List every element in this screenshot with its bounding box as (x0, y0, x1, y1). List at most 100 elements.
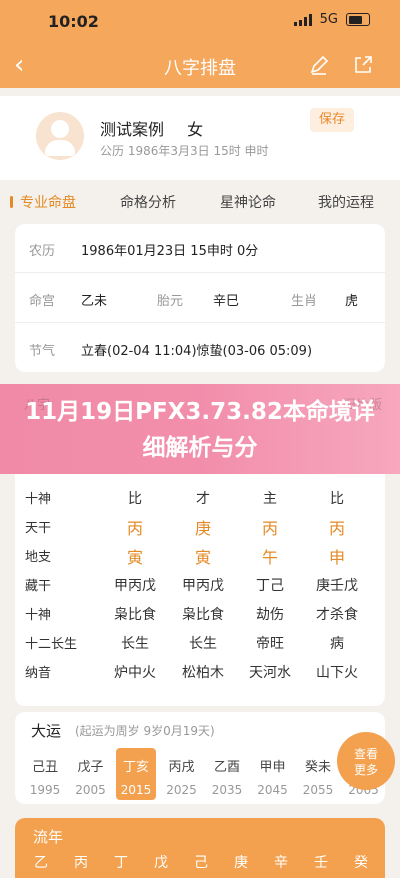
bazi-cell: 山下火 (316, 665, 358, 681)
bazi-row-label: 天干 (25, 521, 52, 536)
bazi-row-label: 十神 (25, 492, 52, 507)
liunian-item[interactable]: 辛 (261, 852, 301, 872)
dayun-year: 2005 (75, 783, 106, 797)
tab-analysis[interactable]: 命格分析 (120, 192, 176, 212)
bazi-cell: 寅 (126, 548, 143, 567)
network-label: 5G (319, 12, 338, 27)
bazi-row: 藏干 甲丙戊 甲丙戊 丁己 庚壬戊 (15, 571, 385, 597)
profile-card: 测试案例 女 公历 1986年3月3日 15时 申时 保存 (0, 96, 400, 180)
lunar-label: 农历 (29, 244, 56, 259)
bazi-cell: 帝旺 (256, 636, 284, 652)
bazi-row: 十二长生 长生 长生 帝旺 病 (15, 629, 385, 655)
view-more-line1: 查看 (353, 747, 378, 761)
bazi-cell: 庚 (194, 519, 211, 538)
dayun-item[interactable]: 癸未 2055 (298, 748, 338, 800)
liunian-title: 流年 (33, 828, 64, 846)
bazi-cell: 午 (261, 548, 278, 567)
liunian-item[interactable]: 乙 (21, 852, 61, 872)
liunian-item[interactable]: 癸 (341, 852, 381, 872)
liunian-item[interactable]: 壬 (301, 852, 341, 872)
liunian-item[interactable]: 己 (181, 852, 221, 872)
bazi-cell: 丁己 (256, 578, 284, 594)
bazi-row-label: 藏干 (25, 579, 52, 594)
liunian-card: 流年 乙丙丁戊己庚辛壬癸 (15, 818, 385, 878)
lunar-value: 1986年01月23日 15申时 0分 (81, 244, 259, 259)
minggong-value: 乙未 (81, 294, 108, 309)
bazi-cell: 天河水 (249, 665, 291, 681)
bazi-cell: 甲丙戊 (182, 578, 224, 594)
dayun-ganzhi: 丙戌 (168, 760, 195, 775)
jieqi-label: 节气 (29, 344, 56, 359)
bazi-cell: 丙 (126, 519, 143, 538)
liunian-item[interactable]: 庚 (221, 852, 261, 872)
liunian-item[interactable]: 丙 (61, 852, 101, 872)
profile-name: 测试案例 (100, 120, 165, 139)
tab-professional[interactable]: 专业命盘 (20, 192, 76, 212)
tab-fortune[interactable]: 我的运程 (318, 192, 374, 212)
minggong-label: 命宫 (29, 294, 56, 309)
share-icon[interactable] (352, 54, 374, 76)
signal-icon (293, 13, 312, 26)
bazi-cell: 炉中火 (114, 665, 156, 681)
status-time: 10:02 (48, 12, 99, 31)
bazi-row-label: 十二长生 (25, 637, 78, 652)
lunar-row: 农历 1986年01月23日 15申时 0分 (15, 224, 385, 273)
dayun-item[interactable]: 戊子 2005 (71, 748, 111, 800)
bazi-cell: 枭比食 (114, 607, 156, 623)
bazi-cell: 寅 (194, 548, 211, 567)
shengxiao-value: 虎 (345, 294, 359, 309)
bazi-cell: 主 (263, 491, 277, 507)
bazi-cell: 才杀食 (316, 607, 358, 623)
bazi-cell: 劫伤 (256, 607, 284, 623)
jieqi-value: 立春(02-04 11:04)惊蛰(03-06 05:09) (81, 344, 313, 359)
bazi-row-label: 纳音 (25, 666, 52, 681)
save-button[interactable]: 保存 (310, 108, 354, 132)
dayun-ganzhi: 己丑 (31, 760, 58, 775)
dayun-year: 2025 (166, 783, 197, 797)
dayun-item[interactable]: 丁亥 2015 (116, 748, 156, 800)
bazi-cell: 甲丙戊 (114, 578, 156, 594)
bazi-cell: 比 (128, 491, 142, 507)
page-title: 八字排盘 (164, 58, 236, 79)
bazi-row: 地支 寅 寅 午 申 (15, 542, 385, 568)
liunian-item[interactable]: 丁 (101, 852, 141, 872)
bazi-cell: 长生 (121, 636, 149, 652)
jieqi-row: 节气 立春(02-04 11:04)惊蛰(03-06 05:09) (15, 324, 385, 372)
bazi-cell: 才 (196, 491, 210, 507)
promo-banner[interactable]: 八字 旧片版 11月19日PFX3.73.82本命境详细解析与分 (0, 384, 400, 474)
avatar (36, 112, 84, 160)
edit-icon[interactable] (308, 54, 330, 76)
bazi-row-label: 地支 (25, 550, 52, 565)
bazi-cell: 申 (328, 548, 345, 567)
dayun-ganzhi: 乙酉 (213, 760, 240, 775)
bazi-cell: 庚壬戊 (316, 578, 358, 594)
dayun-item[interactable]: 丙戌 2025 (162, 748, 202, 800)
taiyuan-value: 辛巳 (213, 294, 240, 309)
dayun-item[interactable]: 乙酉 2035 (207, 748, 247, 800)
dayun-title: 大运 (31, 722, 62, 740)
bazi-cell: 长生 (189, 636, 217, 652)
info-card: 农历 1986年01月23日 15申时 0分 命宫 乙未 胎元 辛巳 生肖 虎 … (15, 224, 385, 372)
dayun-year: 2055 (302, 783, 334, 797)
dayun-ganzhi: 戊子 (77, 760, 104, 775)
bazi-cell: 枭比食 (182, 607, 224, 623)
dayun-item[interactable]: 己丑 1995 (25, 748, 65, 800)
dayun-item[interactable]: 甲申 2045 (253, 748, 293, 800)
view-more-button[interactable]: 查看 更多 (337, 732, 395, 790)
bazi-cell: 丙 (328, 519, 345, 538)
bazi-row: 纳音 炉中火 松柏木 天河水 山下火 (15, 658, 385, 684)
tab-stars[interactable]: 星神论命 (220, 192, 276, 212)
bazi-cell: 松柏木 (182, 665, 224, 681)
bazi-cell: 比 (330, 491, 344, 507)
dayun-card: 大运 (起运为周岁 9岁0月19天) 己丑 1995 戊子 2005 丁亥 2015 丙戌 2… (15, 712, 395, 804)
profile-gender: 女 (187, 120, 204, 139)
dayun-year: 2045 (257, 783, 288, 797)
battery-icon (346, 13, 370, 26)
profile-date: 公历 1986年3月3日 15时 申时 (100, 144, 269, 158)
dayun-year: 2035 (211, 783, 243, 797)
liunian-item[interactable]: 戊 (141, 852, 181, 872)
view-more-line2: 更多 (353, 763, 378, 777)
active-tab-marker (10, 196, 13, 208)
bazi-table: 十神比才主比天干丙庚丙丙地支寅寅午申藏干 甲丙戊 甲丙戊 丁己 庚壬戊 十神 枭比食 枭比食劫… (15, 474, 385, 706)
dayun-subtitle: (起运为周岁 9岁0月19天) (75, 724, 215, 738)
